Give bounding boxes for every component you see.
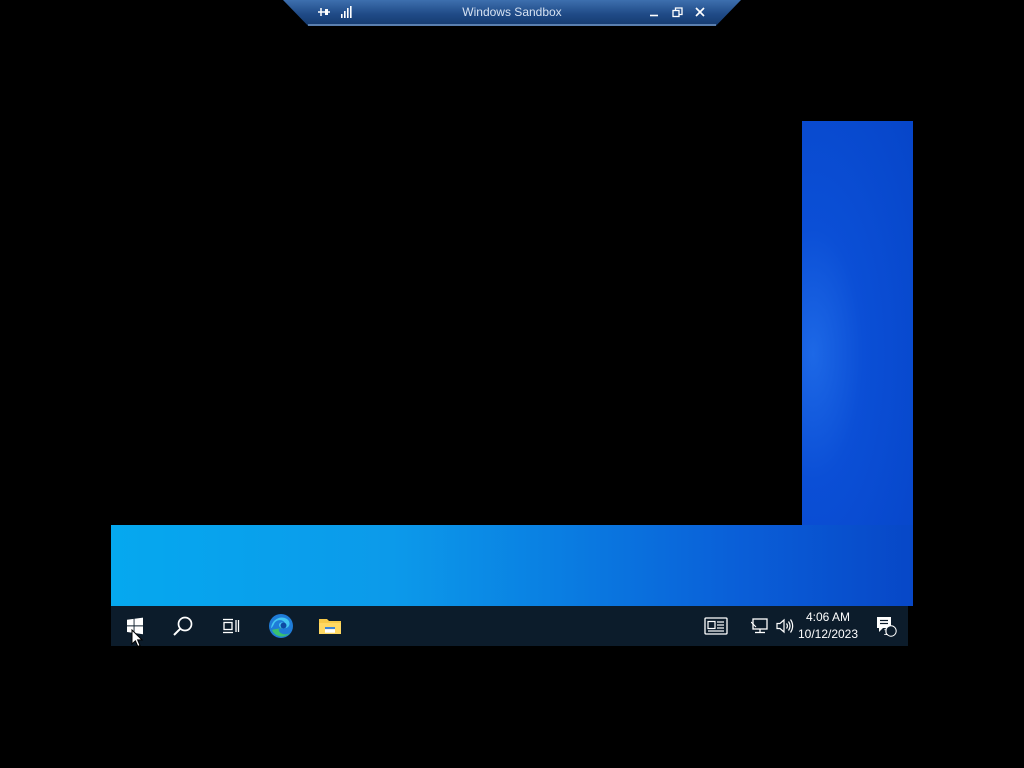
search-icon[interactable] [160,606,206,646]
clock-time: 4:06 AM [805,610,851,624]
connection-bar-edge [308,24,716,26]
close-icon[interactable] [690,3,710,21]
task-view-icon[interactable] [208,606,254,646]
pin-icon[interactable] [314,3,334,21]
restore-icon[interactable] [667,3,687,21]
clock-date: 10/12/2023 [797,627,859,641]
wallpaper-bottom-panel [111,525,913,607]
mouse-cursor [131,629,144,648]
minimize-icon[interactable] [644,3,664,21]
notification-badge: 1 [883,627,889,637]
taskbar [111,606,908,646]
edge-icon[interactable] [258,606,304,646]
signal-icon [336,3,356,21]
file-explorer-icon[interactable] [307,606,353,646]
connection-bar-title: Windows Sandbox [462,5,562,19]
taskbar-edge [908,606,913,646]
news-widget-icon[interactable] [693,606,739,646]
clock[interactable]: 4:06 AM 10/12/2023 [794,609,862,643]
